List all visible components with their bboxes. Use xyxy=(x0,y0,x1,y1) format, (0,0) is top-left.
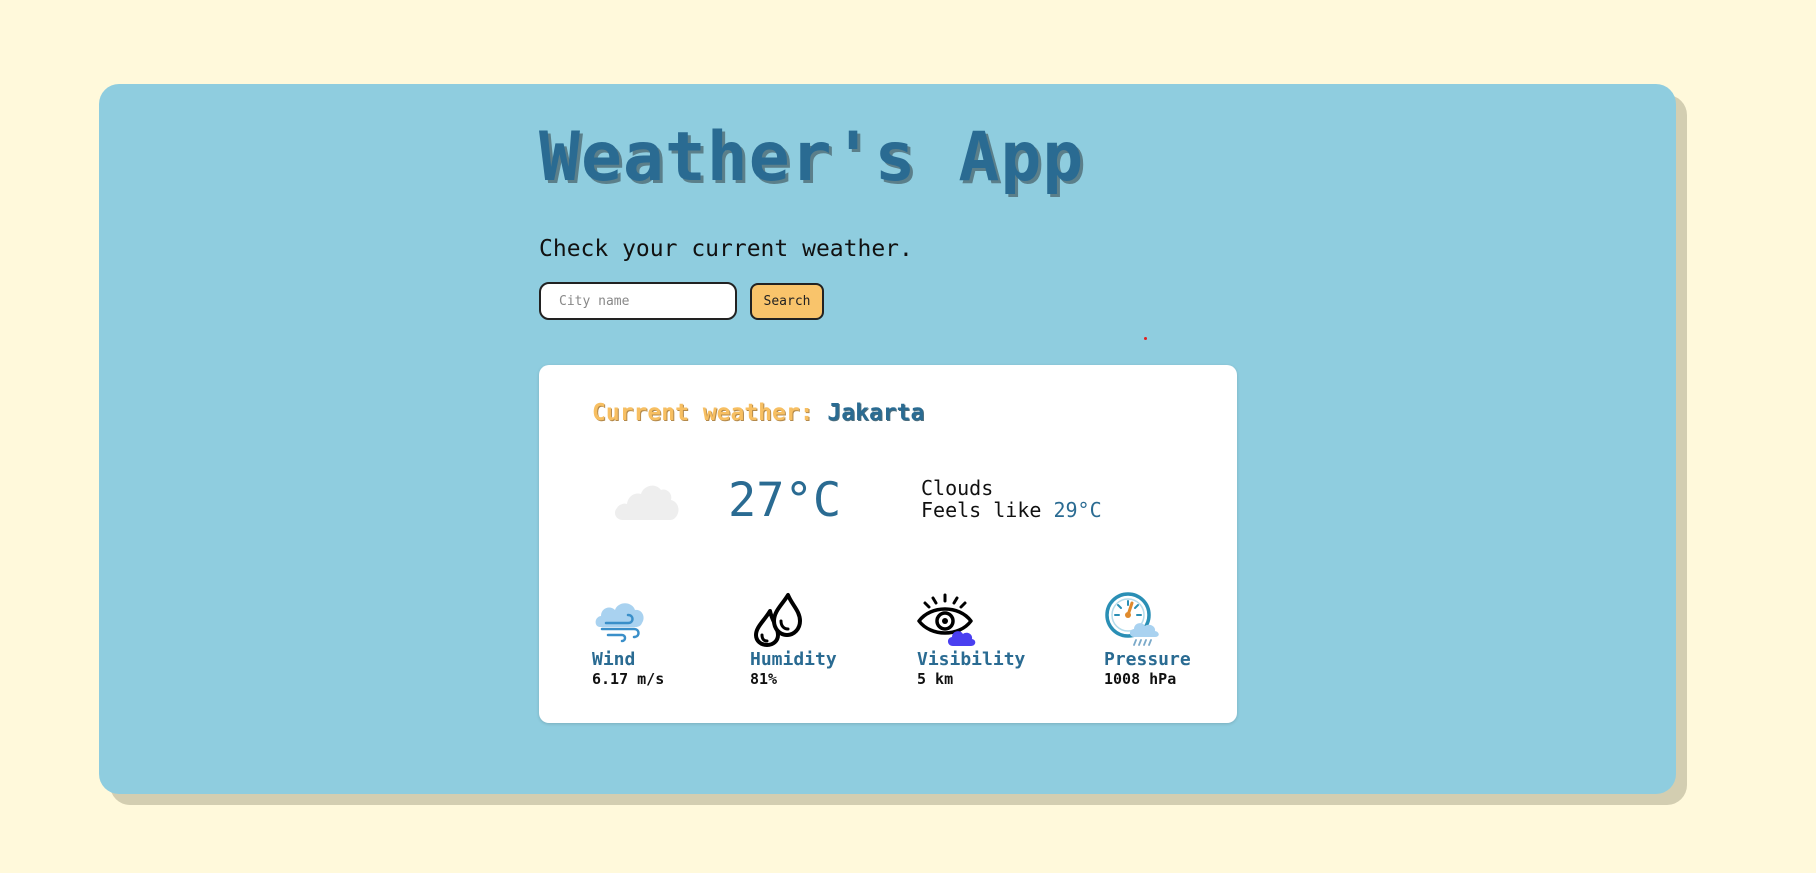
stat-value: 6.17 m/s xyxy=(592,670,665,688)
stat-label: Humidity xyxy=(750,649,837,670)
stat-visibility: Visibility 5 km xyxy=(917,591,1025,688)
stat-label: Wind xyxy=(592,649,636,670)
feels-like-label: Feels like xyxy=(921,498,1042,522)
cloud-icon xyxy=(615,485,679,520)
stat-label: Pressure xyxy=(1104,649,1191,670)
pressure-icon xyxy=(1105,592,1159,646)
app-title: Weather's App xyxy=(539,118,1085,197)
current-weather-label: Current weather: xyxy=(592,400,814,426)
wind-icon xyxy=(595,603,644,643)
stat-wind: Wind 6.17 m/s xyxy=(592,591,664,688)
cursor-dot xyxy=(1144,337,1147,340)
search-button[interactable]: Search xyxy=(750,283,824,320)
stat-humidity: Humidity 81% xyxy=(750,591,837,688)
stat-value: 5 km xyxy=(917,670,954,688)
stat-pressure: Pressure 1008 hPa xyxy=(1104,591,1191,688)
humidity-icon xyxy=(754,593,802,647)
feels-like-value: 29°C xyxy=(1053,498,1102,522)
condition-text: Clouds xyxy=(921,476,994,500)
stat-label: Visibility xyxy=(917,649,1026,670)
app-subtitle: Check your current weather. xyxy=(539,236,913,262)
condition-block: Clouds Feels like 29°C xyxy=(921,477,1102,521)
card-heading: Current weather: Jakarta xyxy=(592,400,924,426)
feels-like-row: Feels like 29°C xyxy=(921,499,1102,521)
stat-value: 1008 hPa xyxy=(1104,670,1177,688)
city-search-input[interactable] xyxy=(539,282,737,320)
city-name: Jakarta xyxy=(827,400,925,426)
stat-value: 81% xyxy=(750,670,778,688)
visibility-icon xyxy=(917,593,976,646)
weather-card: Current weather: Jakarta 27°C Clouds Fee… xyxy=(539,365,1237,723)
temperature: 27°C xyxy=(728,473,842,528)
